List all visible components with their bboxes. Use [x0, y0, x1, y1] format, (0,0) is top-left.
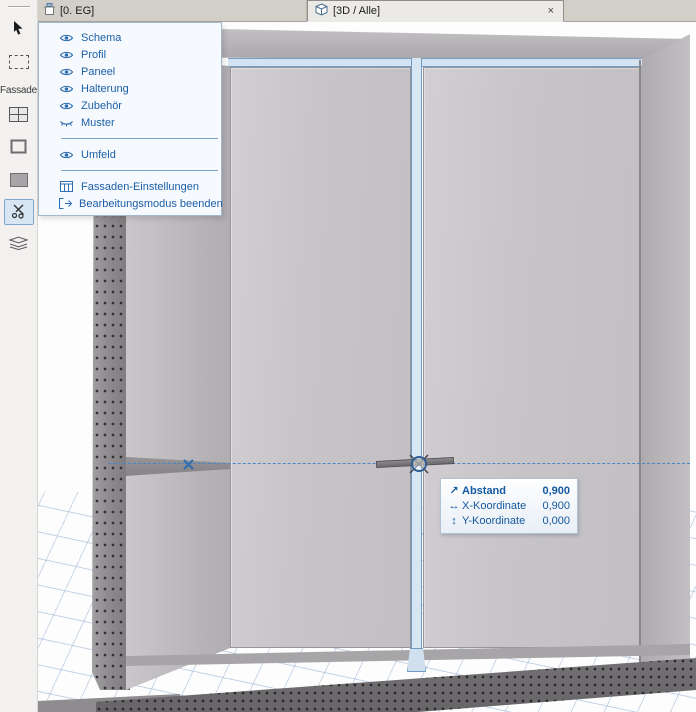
- menu-item-label: Schema: [81, 32, 121, 44]
- selected-top-transom: [228, 58, 642, 67]
- menu-item-profil[interactable]: Profil: [39, 46, 221, 63]
- eye-icon: [58, 50, 74, 60]
- tracker-row-distance: ↗ Abstand 0,900: [446, 483, 570, 498]
- menu-item-schema[interactable]: Schema: [39, 29, 221, 46]
- menu-separator: [61, 170, 218, 171]
- eye-icon: [58, 67, 74, 77]
- menu-item-paneel[interactable]: Paneel: [39, 63, 221, 80]
- x-coordinate-icon: ↔: [446, 500, 462, 512]
- frame-icon: [10, 139, 27, 157]
- tab-bar: [0. EG] [3D / Alle] ×: [38, 0, 696, 22]
- glass-panel-right: [423, 67, 640, 648]
- layers-tool-button[interactable]: [4, 231, 34, 257]
- menu-item-fassaden-einstellungen[interactable]: Fassaden-Einstellungen: [39, 178, 221, 195]
- context-menu: Schema Profil Paneel Halterung Zubehör: [38, 22, 222, 216]
- facade-right-return: [640, 34, 690, 686]
- tracker-y-label: Y-Koordinate: [462, 515, 542, 527]
- story-icon: [43, 3, 55, 19]
- menu-item-label: Zubehör: [81, 100, 122, 112]
- menu-item-label: Bearbeitungsmodus beenden: [79, 198, 223, 210]
- eye-closed-icon: [58, 118, 74, 128]
- exit-icon: [58, 198, 72, 209]
- tracker-row-y: ↕ Y-Koordinate 0,000: [446, 513, 570, 528]
- cube-3d-icon: [315, 3, 328, 19]
- tracker-x-value: 0,900: [542, 500, 570, 512]
- pointer-icon: [11, 20, 26, 40]
- toolbar-grip[interactable]: [8, 6, 30, 8]
- tab-close-icon[interactable]: ×: [546, 5, 556, 17]
- facade-right-edge: [639, 60, 641, 664]
- menu-item-label: Halterung: [81, 83, 129, 95]
- toolbar-section-label: Fassade: [0, 85, 37, 96]
- menu-separator: [61, 138, 218, 139]
- panel-grid-icon: [9, 107, 28, 125]
- scissors-icon: [10, 203, 28, 222]
- y-coordinate-icon: ↕: [446, 515, 462, 527]
- distance-icon: ↗: [446, 484, 462, 497]
- tab-floor-plan[interactable]: [0. EG]: [38, 0, 307, 22]
- center-mullion-foot: [407, 648, 426, 672]
- glass-panel-left: [230, 67, 411, 648]
- layers-icon: [9, 236, 28, 253]
- fill-tool-button[interactable]: [4, 167, 34, 193]
- tracker-tooltip: ↗ Abstand 0,900 ↔ X-Koordinate 0,900 ↕ Y…: [440, 478, 578, 534]
- tab-3d-label: [3D / Alle]: [333, 5, 380, 17]
- tab-3d-view[interactable]: [3D / Alle] ×: [307, 0, 564, 22]
- eye-icon: [58, 84, 74, 94]
- frame-tool-button[interactable]: [4, 135, 34, 161]
- tracker-distance-value: 0,900: [542, 485, 570, 497]
- menu-item-label: Umfeld: [81, 149, 116, 161]
- tracker-row-x: ↔ X-Koordinate 0,900: [446, 498, 570, 513]
- settings-table-icon: [58, 181, 74, 192]
- menu-item-bearbeitungsmodus-beenden[interactable]: Bearbeitungsmodus beenden: [39, 195, 221, 212]
- tab-floor-plan-label: [0. EG]: [60, 5, 94, 17]
- pointer-tool-button[interactable]: [4, 17, 34, 43]
- menu-item-zubehoer[interactable]: Zubehör: [39, 97, 221, 114]
- menu-item-label: Muster: [81, 117, 115, 129]
- menu-item-label: Profil: [81, 49, 106, 61]
- menu-item-label: Fassaden-Einstellungen: [81, 181, 199, 193]
- snap-x-marker: [182, 458, 195, 476]
- fill-icon: [10, 173, 28, 187]
- menu-item-muster[interactable]: Muster: [39, 114, 221, 131]
- crosshair-cursor: [402, 447, 436, 486]
- tracker-y-value: 0,000: [542, 515, 570, 527]
- left-toolbar: Fassade: [0, 0, 38, 712]
- tracker-x-label: X-Koordinate: [462, 500, 542, 512]
- marquee-icon: [9, 55, 29, 69]
- selected-center-mullion: [411, 58, 422, 666]
- eye-icon: [58, 33, 74, 43]
- menu-item-label: Paneel: [81, 66, 115, 78]
- eye-icon: [58, 150, 74, 160]
- menu-item-umfeld[interactable]: Umfeld: [39, 146, 221, 163]
- tracker-distance-label: Abstand: [462, 485, 542, 497]
- menu-item-halterung[interactable]: Halterung: [39, 80, 221, 97]
- eye-icon: [58, 101, 74, 111]
- panel-grid-tool-button[interactable]: [4, 103, 34, 129]
- marquee-tool-button[interactable]: [4, 49, 34, 75]
- cut-tool-button[interactable]: [4, 199, 34, 225]
